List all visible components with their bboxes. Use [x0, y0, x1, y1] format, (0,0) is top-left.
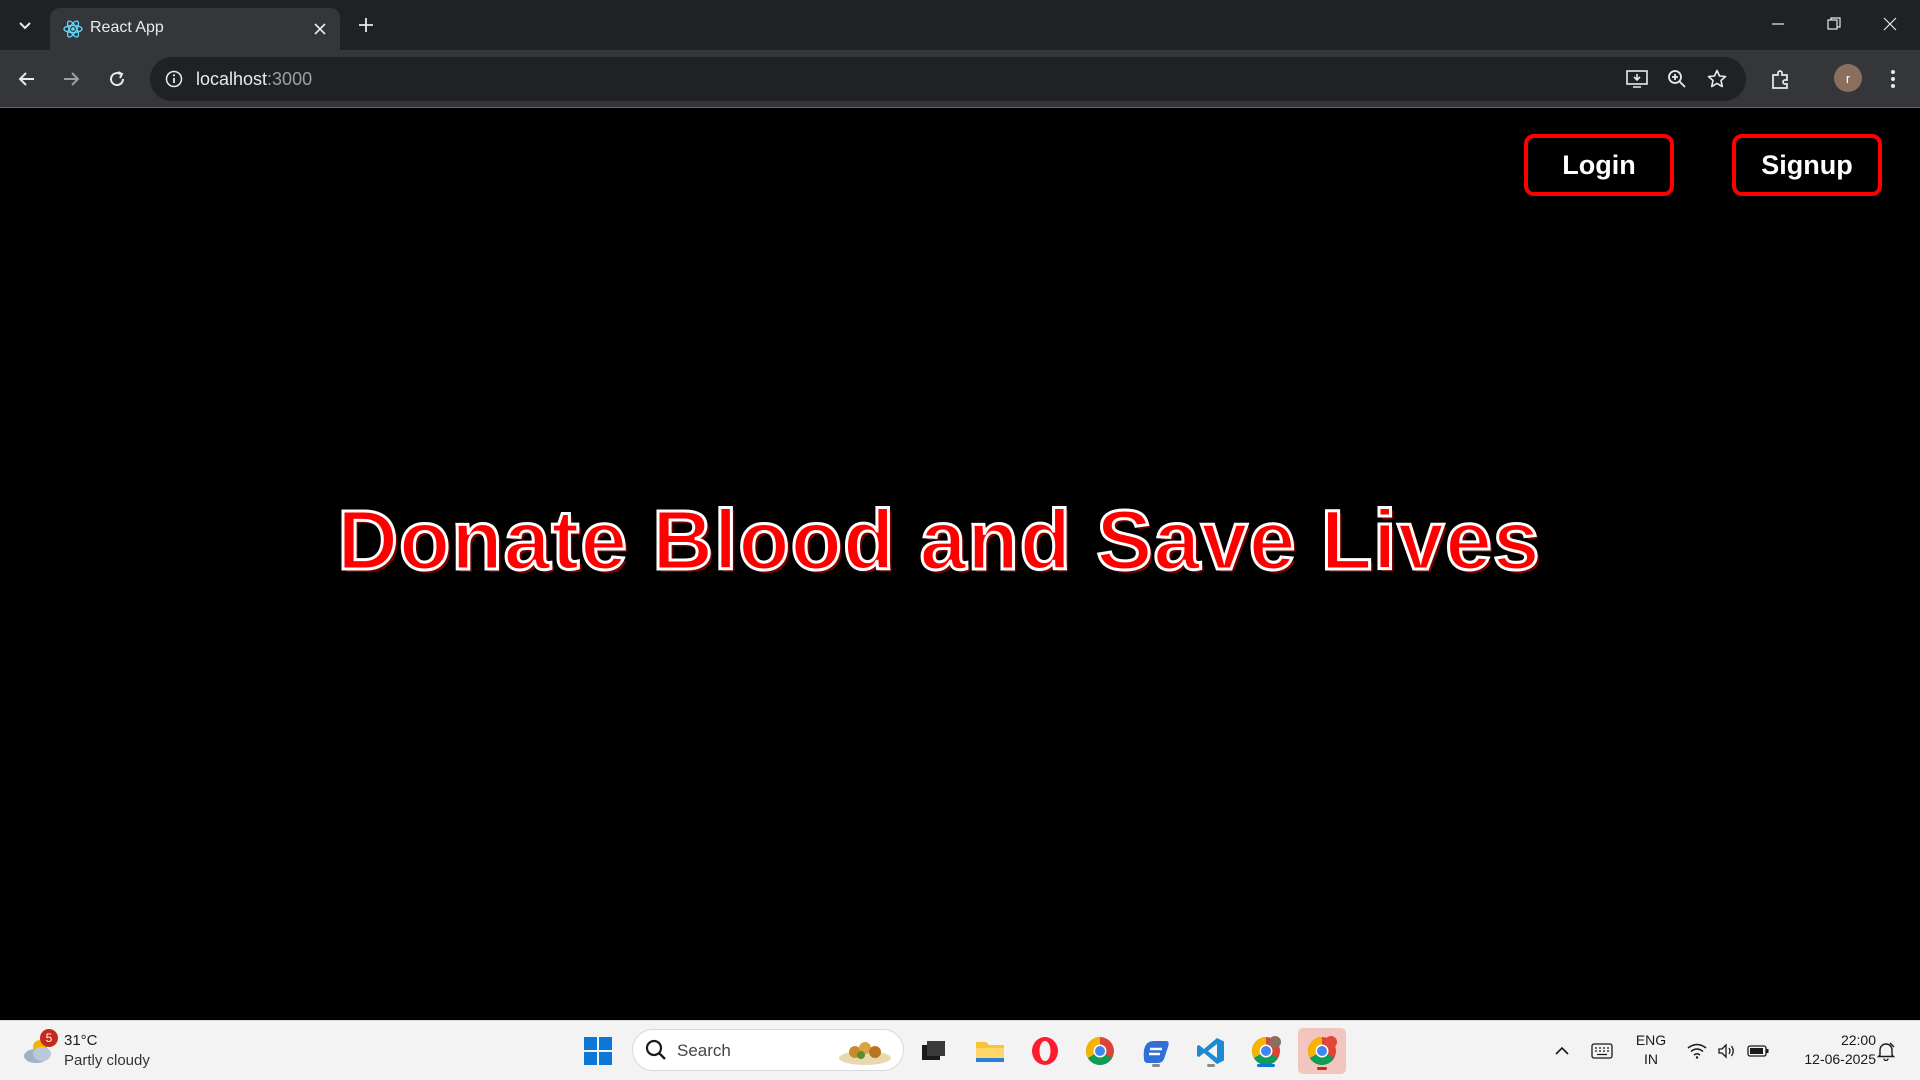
login-button[interactable]: Login [1524, 134, 1674, 196]
extensions-puzzle-icon[interactable] [1764, 62, 1798, 96]
profile-avatar[interactable]: r [1834, 64, 1862, 92]
notifications-bell-icon[interactable] [1872, 1033, 1900, 1069]
address-bar[interactable]: localhost:3000 [150, 57, 1746, 101]
react-logo-icon [62, 18, 84, 40]
url-port: :3000 [267, 69, 313, 89]
url-text: localhost:3000 [196, 69, 312, 90]
signup-button[interactable]: Signup [1732, 134, 1882, 196]
back-arrow-icon[interactable] [10, 62, 44, 96]
clock-date: 12-06-2025 [1804, 1051, 1876, 1067]
bookmark-star-icon[interactable] [1704, 66, 1730, 92]
search-icon [645, 1039, 669, 1063]
chrome-profile-r-icon[interactable] [1246, 1031, 1286, 1071]
close-window-icon[interactable] [1862, 0, 1918, 48]
forward-arrow-icon[interactable] [54, 62, 88, 96]
more-menu-icon[interactable] [1876, 62, 1910, 96]
tab-title: React App [90, 19, 164, 36]
weather-temperature: 31°C [64, 1032, 98, 1049]
language-code: ENG [1635, 1032, 1667, 1048]
chrome-profile-R-icon[interactable] [1298, 1028, 1346, 1074]
reload-icon[interactable] [100, 62, 134, 96]
zoom-icon[interactable] [1664, 66, 1690, 92]
clock-time: 22:00 [1840, 1032, 1876, 1048]
page-content: Login Signup Donate Blood and Save Lives [0, 108, 1920, 1020]
browser-window: React App localhost:3000 r [0, 0, 1920, 108]
running-indicator [1152, 1064, 1160, 1067]
weather-description: Partly cloudy [64, 1052, 150, 1069]
weather-alert-badge: 5 [40, 1029, 58, 1047]
url-host: localhost [196, 69, 268, 89]
region-code: IN [1644, 1051, 1658, 1067]
chrome-icon[interactable] [1080, 1031, 1120, 1071]
close-tab-icon[interactable] [308, 17, 332, 41]
weather-widget[interactable]: 5 31°C Partly cloudy [22, 1029, 182, 1073]
site-info-icon[interactable] [162, 67, 186, 91]
running-indicator [1207, 1064, 1215, 1067]
input-language[interactable]: ENG IN [1626, 1031, 1676, 1069]
tab-react-app[interactable]: React App [50, 8, 340, 50]
minimize-icon[interactable] [1750, 0, 1806, 48]
start-icon[interactable] [578, 1031, 618, 1071]
search-highlight-food-icon [837, 1036, 893, 1066]
windows-taskbar: 5 31°C Partly cloudy Search ENG IN 22:00… [0, 1020, 1920, 1080]
install-app-icon[interactable] [1624, 66, 1650, 92]
wifi-icon[interactable] [1684, 1033, 1710, 1069]
show-hidden-icons-chevron-icon[interactable] [1550, 1033, 1574, 1069]
vscode-icon[interactable] [1191, 1031, 1231, 1071]
copilot-icon[interactable] [1136, 1031, 1176, 1071]
tab-strip: React App [0, 0, 1920, 50]
new-tab-plus-icon[interactable] [352, 11, 380, 39]
restore-icon[interactable] [1806, 0, 1862, 48]
battery-icon[interactable] [1744, 1033, 1772, 1069]
file-explorer-folder-icon[interactable] [970, 1031, 1010, 1071]
task-view-icon[interactable] [914, 1031, 954, 1071]
active-indicator [1257, 1064, 1275, 1067]
volume-icon[interactable] [1714, 1033, 1740, 1069]
tab-search-chevron-icon[interactable] [12, 12, 38, 38]
active-indicator [1317, 1067, 1327, 1070]
hero-heading: Donate Blood and Save Lives [336, 492, 1541, 589]
opera-icon[interactable] [1025, 1031, 1065, 1071]
keyboard-icon[interactable] [1588, 1033, 1616, 1069]
system-clock[interactable]: 22:00 12-06-2025 [1780, 1031, 1876, 1069]
search-label: Search [677, 1041, 731, 1060]
browser-toolbar: localhost:3000 r [0, 50, 1920, 108]
taskbar-search-box[interactable]: Search [632, 1029, 904, 1071]
